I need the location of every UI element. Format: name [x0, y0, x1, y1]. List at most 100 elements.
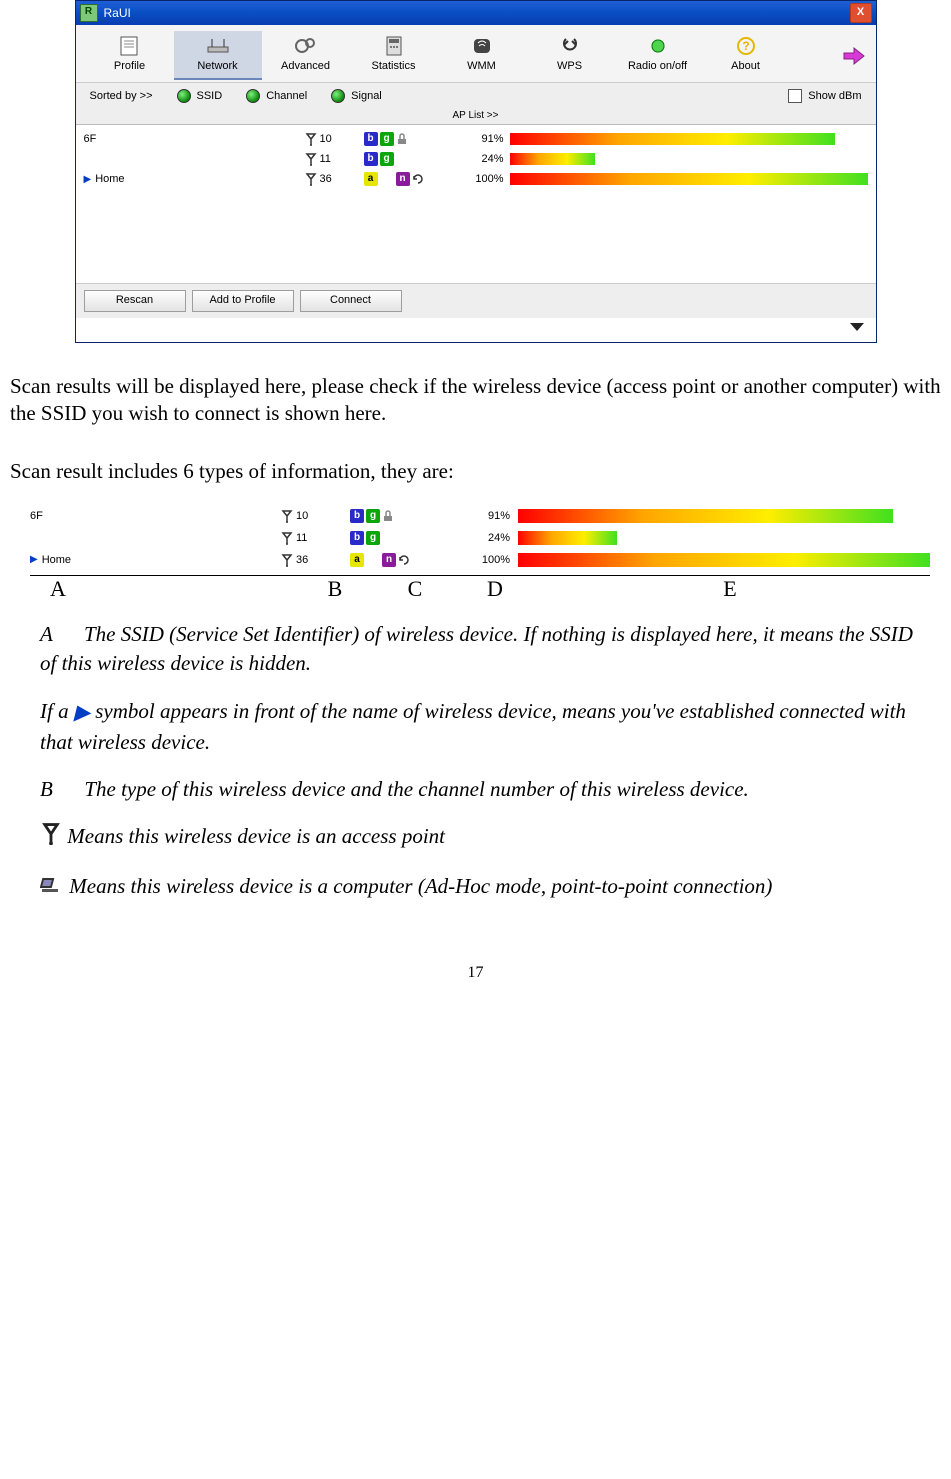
- paragraph: Scan result includes 6 types of informat…: [10, 458, 941, 485]
- led-icon: [177, 89, 191, 103]
- led-icon: [246, 89, 260, 103]
- ap-icon: [280, 553, 294, 567]
- profile-icon: [116, 35, 144, 57]
- tab-label: Advanced: [266, 60, 346, 72]
- expand-down-button[interactable]: [76, 318, 876, 342]
- radio-icon: [644, 35, 672, 57]
- lock-icon: [396, 133, 408, 145]
- lock-icon: [382, 510, 394, 522]
- ssid: Home: [95, 173, 124, 185]
- about-icon: ?: [732, 35, 760, 57]
- tab-label: WMM: [442, 60, 522, 72]
- connect-button[interactable]: Connect: [300, 290, 402, 312]
- mode-a-badge: a: [364, 172, 378, 186]
- next-arrow-button[interactable]: [840, 31, 866, 80]
- main-toolbar: Profile Network Advanced Statistics: [76, 25, 876, 83]
- wmm-icon: [468, 35, 496, 57]
- column-labels: A B C D E: [30, 575, 930, 602]
- mode-b-badge: b: [350, 531, 364, 545]
- definition-triangle: If a ▶ symbol appears in front of the na…: [40, 697, 941, 757]
- tab-about[interactable]: ? About: [702, 31, 790, 80]
- ap-icon: [280, 531, 294, 545]
- refresh-icon: [398, 554, 410, 566]
- signal-percent: 24%: [444, 153, 510, 165]
- mode-n-badge: n: [396, 172, 410, 186]
- signal-bar: [510, 133, 868, 145]
- wps-icon: [556, 35, 584, 57]
- column-detail-figure: 6F 10 b g 91% 11 b g 24%: [30, 505, 930, 602]
- paragraph: Scan results will be displayed here, ple…: [10, 373, 941, 428]
- close-button[interactable]: X: [850, 3, 872, 23]
- sort-signal[interactable]: Signal: [331, 89, 382, 103]
- add-to-profile-button[interactable]: Add to Profile: [192, 290, 294, 312]
- rescan-button[interactable]: Rescan: [84, 290, 186, 312]
- ap-icon: [304, 152, 318, 166]
- ap-list-label: AP List >>: [76, 109, 876, 125]
- mode-g-badge: g: [366, 531, 380, 545]
- led-icon: [331, 89, 345, 103]
- mode-a-badge: a: [350, 553, 364, 567]
- page-number: 17: [10, 964, 941, 982]
- ssid: 6F: [84, 133, 97, 145]
- connected-triangle-icon: ▶: [74, 698, 90, 727]
- app-icon: R: [80, 4, 98, 22]
- mode-g-badge: g: [380, 152, 394, 166]
- definition-b: B The type of this wireless device and t…: [40, 775, 941, 804]
- definition-adhoc: Means this wireless device is a computer…: [40, 872, 941, 904]
- tab-wmm[interactable]: WMM: [438, 31, 526, 80]
- signal-bar: [510, 153, 868, 165]
- mode-g-badge: g: [366, 509, 380, 523]
- mode-b-badge: b: [364, 132, 378, 146]
- tab-statistics[interactable]: Statistics: [350, 31, 438, 80]
- checkbox-icon: [788, 89, 802, 103]
- titlebar: R RaUI X: [76, 1, 876, 25]
- network-icon: [204, 35, 232, 57]
- ap-row[interactable]: 11 b g 24%: [84, 149, 868, 169]
- sort-row: Sorted by >> SSID Channel Signal Show dB…: [76, 83, 876, 109]
- ap-icon: [40, 823, 62, 853]
- tab-profile[interactable]: Profile: [86, 31, 174, 80]
- tab-label: About: [706, 60, 786, 72]
- ap-icon: [304, 172, 318, 186]
- mode-b-badge: b: [350, 509, 364, 523]
- gear-icon: [292, 35, 320, 57]
- signal-percent: 91%: [444, 133, 510, 145]
- mode-g-badge: g: [380, 132, 394, 146]
- sort-channel[interactable]: Channel: [246, 89, 307, 103]
- tab-label: Statistics: [354, 60, 434, 72]
- channel: 36: [320, 173, 332, 185]
- raui-window: R RaUI X Profile Network: [75, 0, 877, 343]
- channel: 10: [320, 133, 332, 145]
- tab-label: Radio on/off: [618, 60, 698, 72]
- tab-label: Profile: [90, 60, 170, 72]
- signal-percent: 100%: [444, 173, 510, 185]
- signal-bar: [510, 173, 868, 185]
- ap-icon: [280, 509, 294, 523]
- mode-b-badge: b: [364, 152, 378, 166]
- show-dbm-checkbox[interactable]: Show dBm: [788, 89, 861, 103]
- connected-triangle-icon: ▶: [30, 554, 38, 565]
- tab-radio[interactable]: Radio on/off: [614, 31, 702, 80]
- tab-network[interactable]: Network: [174, 31, 262, 80]
- svg-text:?: ?: [742, 39, 749, 53]
- ssid: 6F: [30, 510, 43, 522]
- computer-icon: [40, 872, 64, 904]
- sort-ssid[interactable]: SSID: [177, 89, 223, 103]
- window-title: RaUI: [104, 6, 131, 20]
- sorted-by-label: Sorted by >>: [90, 90, 153, 102]
- ap-row[interactable]: 6F 10 b g 91%: [84, 129, 868, 149]
- connected-triangle-icon: ▶: [84, 174, 92, 185]
- mode-n-badge: n: [382, 553, 396, 567]
- button-row: Rescan Add to Profile Connect: [76, 283, 876, 318]
- ap-list: 6F 10 b g 91% 11: [76, 125, 876, 283]
- tab-label: WPS: [530, 60, 610, 72]
- tab-advanced[interactable]: Advanced: [262, 31, 350, 80]
- ap-icon: [304, 132, 318, 146]
- tab-wps[interactable]: WPS: [526, 31, 614, 80]
- calculator-icon: [380, 35, 408, 57]
- ap-row[interactable]: ▶ Home 36 a n 100%: [84, 169, 868, 189]
- channel: 11: [320, 153, 331, 165]
- tab-label: Network: [178, 60, 258, 72]
- definition-ap: Means this wireless device is an access …: [40, 822, 941, 853]
- refresh-icon: [412, 173, 424, 185]
